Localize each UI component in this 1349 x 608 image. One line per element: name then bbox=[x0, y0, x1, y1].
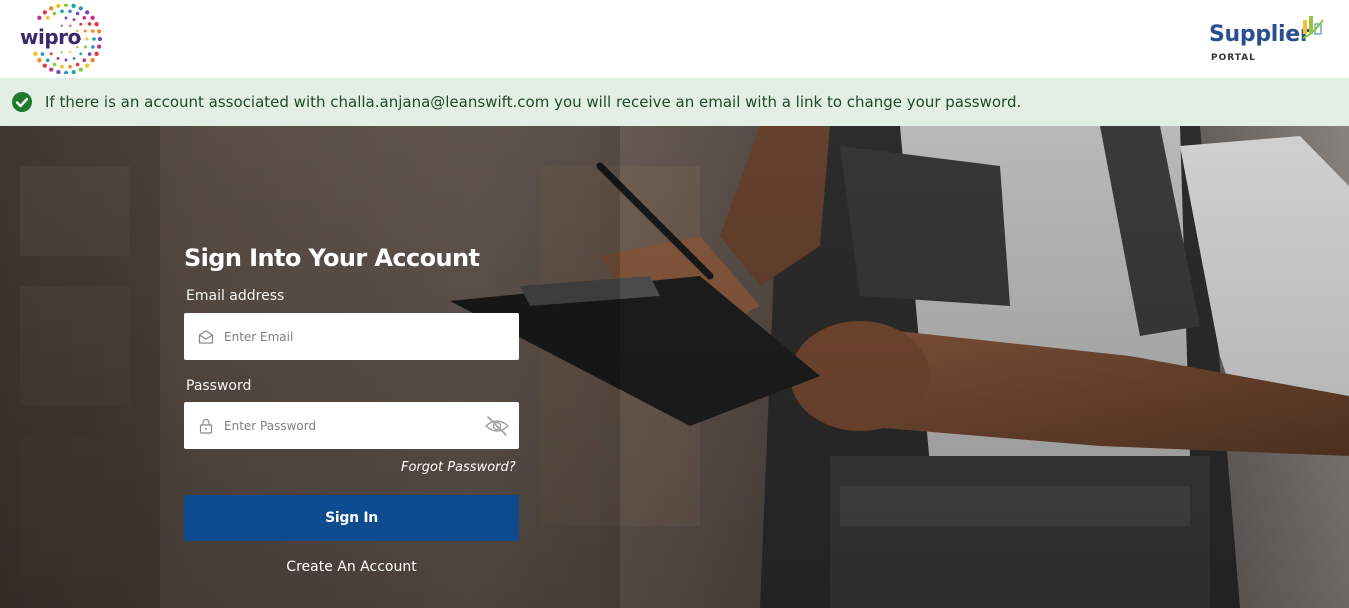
logo-dot bbox=[79, 52, 83, 56]
envelope-icon bbox=[198, 330, 214, 344]
password-field[interactable] bbox=[184, 402, 519, 449]
logo-dot bbox=[75, 11, 80, 16]
logo-dot bbox=[49, 52, 53, 56]
wipro-logo-text: wipro bbox=[20, 25, 81, 49]
logo-dot bbox=[64, 58, 68, 62]
logo-dot bbox=[96, 29, 102, 34]
logo-dot bbox=[52, 62, 57, 67]
lock-icon bbox=[199, 418, 213, 434]
logo-dot bbox=[45, 16, 50, 20]
eye-slash-icon[interactable] bbox=[484, 414, 510, 438]
logo-dot bbox=[56, 56, 60, 60]
logo-dot bbox=[85, 37, 89, 41]
logo-dot bbox=[82, 58, 87, 62]
logo-dot bbox=[90, 15, 95, 20]
email-input[interactable] bbox=[224, 313, 474, 360]
logo-dot bbox=[33, 51, 38, 56]
logo-dot bbox=[94, 22, 99, 27]
portal-logo-subtext: PORTAL bbox=[1211, 53, 1256, 63]
header: wipro Supplier PORTAL bbox=[0, 0, 1349, 78]
wipro-logo[interactable]: wipro bbox=[16, 2, 108, 76]
logo-dot bbox=[60, 64, 64, 69]
signin-title: Sign Into Your Account bbox=[184, 244, 480, 272]
logo-dot bbox=[82, 16, 87, 20]
logo-dot bbox=[71, 3, 76, 9]
logo-dot bbox=[97, 36, 103, 42]
supplier-chart-icon bbox=[1302, 16, 1324, 39]
email-field[interactable] bbox=[184, 313, 519, 360]
logo-dot bbox=[83, 45, 87, 49]
logo-dot bbox=[60, 9, 64, 14]
forgot-password-link[interactable]: Forgot Password? bbox=[401, 460, 516, 475]
logo-dot bbox=[91, 45, 95, 49]
create-account-link[interactable]: Create An Account bbox=[184, 559, 519, 575]
logo-dot bbox=[68, 9, 72, 14]
logo-dot bbox=[63, 2, 69, 8]
logo-dot bbox=[49, 6, 54, 11]
logo-dot bbox=[40, 52, 45, 56]
logo-dot bbox=[94, 51, 99, 56]
logo-dot bbox=[85, 63, 90, 68]
logo-dot bbox=[37, 15, 42, 20]
logo-dot bbox=[37, 58, 42, 63]
logo-dot bbox=[83, 29, 87, 33]
success-alert: If there is an account associated with c… bbox=[0, 78, 1349, 126]
logo-dot bbox=[52, 11, 57, 16]
password-label: Password bbox=[186, 378, 252, 394]
logo-dot bbox=[87, 22, 92, 26]
logo-dot bbox=[69, 51, 72, 54]
supplier-portal-logo[interactable]: Supplier PORTAL bbox=[1205, 12, 1335, 68]
logo-dot bbox=[56, 3, 61, 9]
logo-dot bbox=[92, 37, 96, 41]
logo-dot bbox=[60, 51, 63, 54]
logo-dot bbox=[90, 58, 95, 63]
logo-dot bbox=[49, 67, 54, 72]
logo-dot bbox=[75, 62, 80, 67]
logo-dot bbox=[96, 44, 102, 49]
alert-message: If there is an account associated with c… bbox=[45, 93, 1022, 111]
logo-dot bbox=[72, 56, 76, 60]
email-label: Email address bbox=[186, 288, 285, 304]
logo-dot bbox=[78, 6, 83, 11]
logo-dot bbox=[64, 16, 68, 20]
logo-dot bbox=[68, 64, 72, 69]
logo-dot bbox=[45, 58, 50, 62]
logo-dot bbox=[42, 10, 47, 15]
logo-dot bbox=[71, 69, 76, 75]
logo-dot bbox=[87, 52, 92, 56]
password-input[interactable] bbox=[224, 402, 474, 449]
logo-dot bbox=[42, 63, 47, 68]
supplier-logo-word: Supplier bbox=[1209, 22, 1311, 47]
sign-in-button[interactable]: Sign In bbox=[184, 495, 519, 541]
logo-dot bbox=[85, 10, 90, 15]
logo-dot bbox=[63, 70, 69, 76]
logo-dot bbox=[91, 29, 95, 33]
logo-dot bbox=[56, 69, 61, 75]
logo-dot bbox=[78, 67, 83, 72]
check-circle-icon bbox=[12, 92, 32, 112]
logo-dot bbox=[72, 18, 76, 22]
